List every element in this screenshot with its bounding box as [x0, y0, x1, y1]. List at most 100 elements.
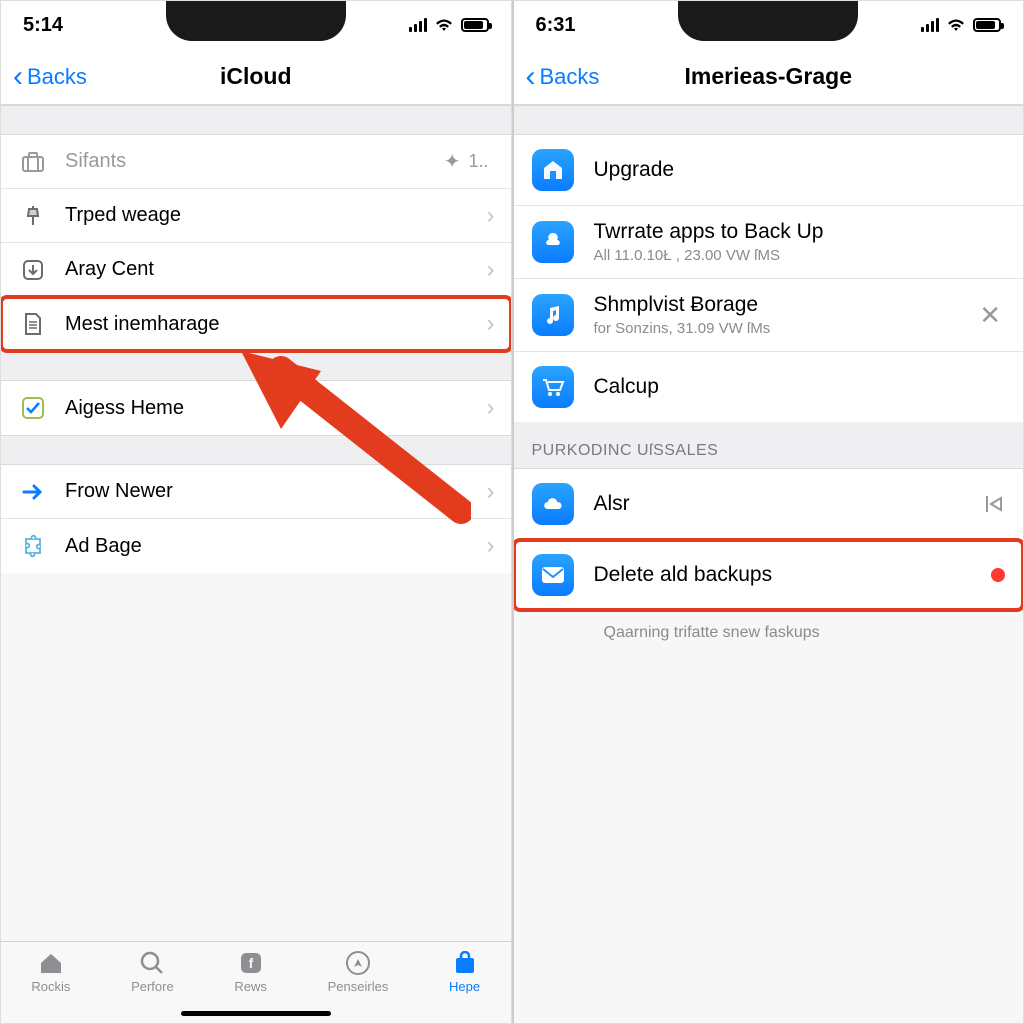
back-button[interactable]: ‹ Backs	[13, 62, 87, 92]
search-icon	[138, 950, 166, 976]
tab-label: Perfore	[131, 979, 174, 994]
cart-icon	[532, 366, 574, 408]
row-apps-backup[interactable]: Twrrate apps to Back Up All 11.0.10Ł , 2…	[514, 206, 1024, 279]
app-icon	[532, 221, 574, 263]
tab-perfore[interactable]: Perfore	[131, 950, 174, 994]
upgrade-icon	[532, 149, 574, 191]
row-label: Sifants	[65, 150, 444, 173]
row-label: Aigess Heme	[65, 397, 487, 420]
status-bar: 5:14	[1, 1, 511, 49]
section-gap	[514, 105, 1024, 135]
row-label: Aray Cent	[65, 258, 487, 281]
right-screen: 6:31 ‹ Backs Imerieas-Grage Upgrade	[512, 0, 1024, 1024]
chevron-right-icon: ›	[487, 202, 495, 230]
signal-icon	[409, 18, 427, 32]
row-sublabel: All 11.0.10Ł , 23.00 VW ſMS	[594, 247, 1006, 264]
tab-hepe[interactable]: Hepe	[449, 950, 480, 994]
square-f-icon: f	[237, 950, 265, 976]
row-delete-backups[interactable]: Delete ald backups	[514, 540, 1024, 610]
row-label: Twrrate apps to Back Up	[594, 220, 1006, 244]
pin-icon	[19, 202, 47, 230]
tab-rockis[interactable]: Rockis	[31, 950, 70, 994]
status-indicators	[409, 18, 489, 32]
row-upgrade[interactable]: Upgrade	[514, 135, 1024, 206]
compass-icon	[344, 950, 372, 976]
row-alsr[interactable]: Alsr	[514, 469, 1024, 540]
row-label: Shmplvist Ƀorage	[594, 293, 976, 317]
cloud-icon	[532, 483, 574, 525]
list-group-2: Frow Newer › Ad Bage ›	[1, 465, 511, 573]
row-frow-newer[interactable]: Frow Newer ›	[1, 465, 511, 519]
row-label: Frow Newer	[65, 480, 487, 503]
row-aray-cent[interactable]: Aray Cent ›	[1, 243, 511, 297]
music-icon	[532, 294, 574, 336]
tab-label: Rews	[234, 979, 267, 994]
play-icon	[983, 493, 1005, 515]
list-group-0: Sifants ✦ 1.. Trped weage › Aray Cent › …	[1, 135, 511, 351]
tab-label: Rockis	[31, 979, 70, 994]
nav-bar: ‹ Backs iCloud	[1, 49, 511, 105]
notch	[166, 1, 346, 41]
tab-bar: Rockis Perfore f Rews Penseirles Hepe	[1, 941, 511, 1023]
back-button[interactable]: ‹ Backs	[526, 62, 600, 92]
section-header: PURKODINC UſSSALES	[514, 422, 1024, 469]
list-group-1: Aigess Heme ›	[1, 381, 511, 435]
arrow-icon	[19, 478, 47, 506]
status-time: 5:14	[23, 14, 63, 37]
row-sublabel: for Sonzins, 31.09 VW ſMs	[594, 320, 976, 337]
wifi-icon	[434, 18, 454, 32]
section-gap	[1, 351, 511, 381]
tab-penseirles[interactable]: Penseirles	[328, 950, 389, 994]
status-bar: 6:31	[514, 1, 1024, 49]
row-label: Upgrade	[594, 158, 1006, 182]
battery-icon	[973, 18, 1001, 32]
row-label: Mest inemharage	[65, 313, 487, 336]
puzzle-icon	[19, 532, 47, 560]
row-label: Delete ald backups	[594, 563, 992, 587]
close-icon[interactable]: ✕	[975, 300, 1005, 331]
svg-text:f: f	[248, 955, 253, 971]
signal-icon	[921, 18, 939, 32]
row-label: Ad Bage	[65, 535, 487, 558]
row-ad-bage[interactable]: Ad Bage ›	[1, 519, 511, 573]
back-label: Backs	[27, 64, 87, 90]
battery-icon	[461, 18, 489, 32]
row-label: Alsr	[594, 492, 984, 516]
row-calcup[interactable]: Calcup	[514, 352, 1024, 422]
home-indicator	[181, 1011, 331, 1016]
left-screen: 5:14 ‹ Backs iCloud Sifants ✦ 1..	[0, 0, 512, 1024]
nav-bar: ‹ Backs Imerieas-Grage	[514, 49, 1024, 105]
status-dot-icon	[991, 568, 1005, 582]
chevron-left-icon: ‹	[13, 62, 23, 92]
row-label: Calcup	[594, 375, 1006, 399]
back-label: Backs	[540, 64, 600, 90]
plus-icon: ✦	[444, 149, 461, 174]
chevron-right-icon: ›	[487, 310, 495, 338]
row-label: Trped weage	[65, 204, 487, 227]
row-sifants[interactable]: Sifants ✦ 1..	[1, 135, 511, 189]
chevron-right-icon: ›	[487, 532, 495, 560]
suitcase-icon	[19, 148, 47, 176]
checkbox-icon	[19, 394, 47, 422]
row-mest-inemharage[interactable]: Mest inemharage ›	[1, 297, 511, 351]
wifi-icon	[946, 18, 966, 32]
chevron-left-icon: ‹	[526, 62, 536, 92]
row-meta: 1..	[468, 151, 488, 172]
mail-icon	[532, 554, 574, 596]
row-music-storage[interactable]: Shmplvist Ƀorage for Sonzins, 31.09 VW ſ…	[514, 279, 1024, 352]
row-trped-weage[interactable]: Trped weage ›	[1, 189, 511, 243]
list-group-top: Upgrade Twrrate apps to Back Up All 11.0…	[514, 135, 1024, 422]
document-icon	[19, 310, 47, 338]
chevron-right-icon: ›	[487, 256, 495, 284]
download-box-icon	[19, 256, 47, 284]
status-time: 6:31	[536, 14, 576, 37]
tab-label: Penseirles	[328, 979, 389, 994]
status-indicators	[921, 18, 1001, 32]
bag-icon	[451, 950, 479, 976]
chevron-right-icon: ›	[487, 394, 495, 422]
tab-rews[interactable]: f Rews	[234, 950, 267, 994]
list-group-bottom: Alsr Delete ald backups	[514, 469, 1024, 610]
footnote: Qaarning trifatte snew faskups	[514, 610, 1024, 642]
row-aigess-heme[interactable]: Aigess Heme ›	[1, 381, 511, 435]
home-icon	[37, 950, 65, 976]
